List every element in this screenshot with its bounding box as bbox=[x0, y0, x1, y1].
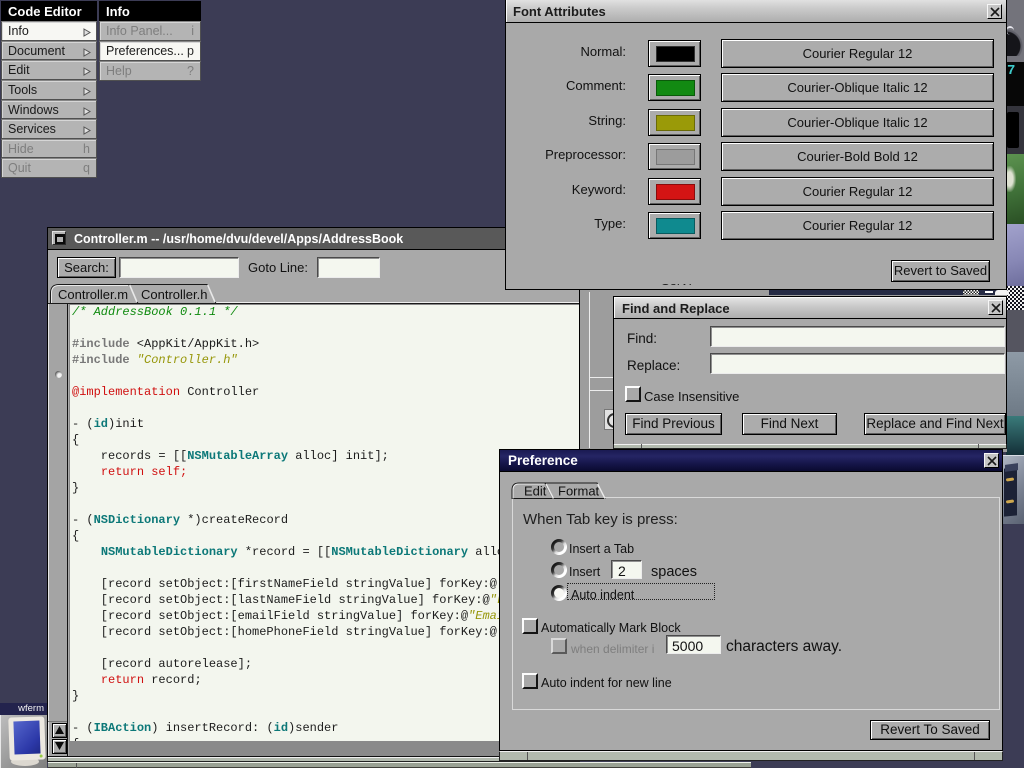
svg-text:Format: Format bbox=[558, 484, 600, 499]
svg-text:Edit: Edit bbox=[524, 484, 547, 499]
svg-text:Controller.m: Controller.m bbox=[58, 287, 128, 302]
svg-text:Controller.h: Controller.h bbox=[141, 287, 207, 302]
